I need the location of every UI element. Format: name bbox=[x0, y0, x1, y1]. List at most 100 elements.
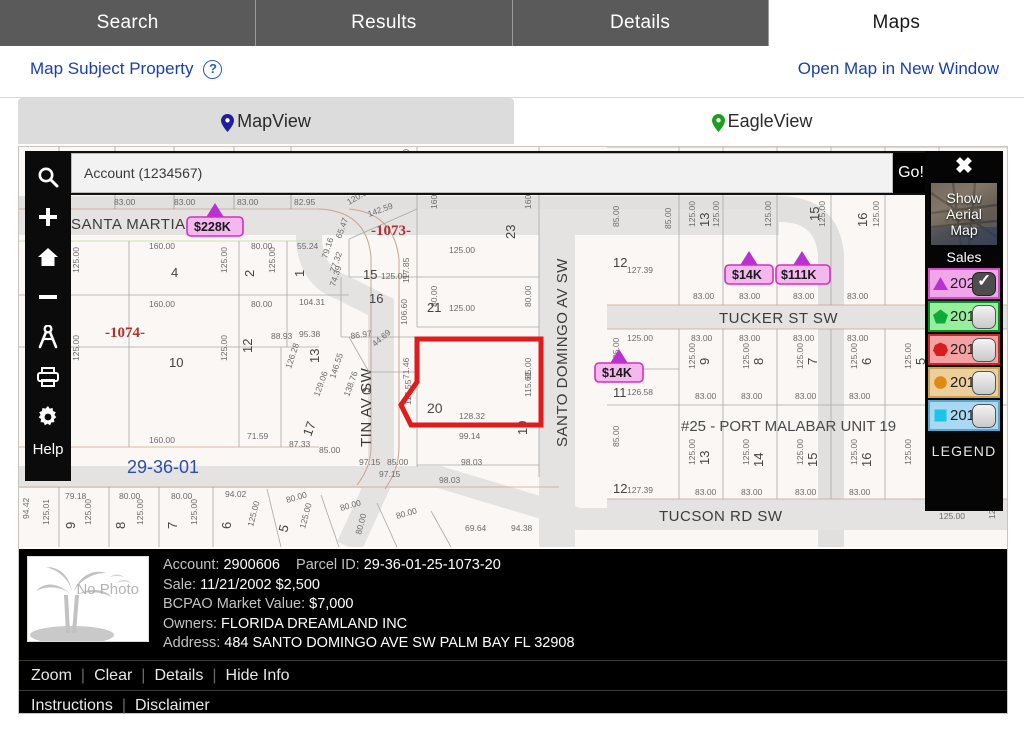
svg-text:10: 10 bbox=[169, 355, 183, 370]
zoom-out-icon[interactable] bbox=[28, 277, 68, 317]
owners-value: FLORIDA DREAMLAND INC bbox=[221, 615, 408, 632]
legend-checkbox-2020[interactable] bbox=[972, 271, 996, 296]
help-button[interactable]: Help bbox=[33, 437, 64, 458]
svg-text:12: 12 bbox=[613, 255, 627, 270]
legend-row-2019[interactable]: 2019 bbox=[928, 301, 1000, 332]
search-input[interactable]: Account (1234567) bbox=[71, 153, 893, 193]
info-actions-row: Zoom | Clear | Details | Hide Info bbox=[19, 659, 1007, 690]
street-label-tin-av: TIN AV SW bbox=[358, 367, 375, 447]
svg-text:83.00: 83.00 bbox=[739, 291, 761, 301]
svg-text:15: 15 bbox=[805, 453, 820, 467]
block-label-1073: -1073- bbox=[371, 223, 411, 239]
info-footer-row: Instructions | Disclaimer bbox=[19, 689, 1007, 720]
svg-text:125.00: 125.00 bbox=[763, 201, 773, 227]
legend-row-2017[interactable]: 2017 bbox=[928, 367, 1000, 398]
tab-details[interactable]: Details bbox=[512, 0, 769, 46]
svg-text:83.00: 83.00 bbox=[237, 197, 259, 207]
market-value-value: $7,000 bbox=[309, 596, 354, 612]
home-icon[interactable] bbox=[28, 237, 68, 277]
legend-checkbox-2016[interactable] bbox=[972, 403, 996, 428]
instructions-link[interactable]: Instructions bbox=[31, 697, 113, 715]
open-map-new-window-link[interactable]: Open Map in New Window bbox=[798, 59, 999, 78]
tab-mapview-label: MapView bbox=[237, 110, 311, 131]
svg-text:83.00: 83.00 bbox=[695, 487, 717, 497]
gear-icon[interactable] bbox=[28, 397, 68, 437]
svg-text:125.00: 125.00 bbox=[687, 201, 697, 227]
svg-text:$111K: $111K bbox=[781, 268, 816, 282]
go-button[interactable]: Go! bbox=[893, 153, 929, 193]
map-pin-icon bbox=[221, 114, 235, 132]
close-icon[interactable]: ✖ bbox=[955, 151, 973, 183]
svg-text:85.00: 85.00 bbox=[387, 457, 409, 467]
property-photo-placeholder: No Photo bbox=[27, 556, 149, 642]
svg-text:69.64: 69.64 bbox=[465, 523, 487, 533]
street-label-tucson: TUCSON RD SW bbox=[659, 508, 783, 525]
map-subject-property-link[interactable]: Map Subject Property bbox=[30, 59, 193, 79]
measure-icon[interactable] bbox=[28, 317, 68, 357]
account-value: 2900606 bbox=[223, 557, 280, 573]
tab-search[interactable]: Search bbox=[0, 0, 257, 46]
show-aerial-map-button[interactable]: Show Aerial Map bbox=[931, 183, 997, 245]
svg-text:83.00: 83.00 bbox=[847, 333, 869, 343]
svg-text:160.00: 160.00 bbox=[149, 241, 175, 251]
square-icon bbox=[932, 407, 949, 424]
svg-text:125.00: 125.00 bbox=[71, 335, 81, 361]
info-line-owners: Owners: FLORIDA DREAMLAND INC bbox=[163, 615, 575, 635]
svg-text:125.00: 125.00 bbox=[849, 439, 859, 465]
zoom-action-link[interactable]: Zoom bbox=[31, 667, 72, 685]
svg-text:85.00: 85.00 bbox=[319, 445, 341, 455]
hide-info-action-link[interactable]: Hide Info bbox=[226, 667, 290, 685]
svg-text:125.00: 125.00 bbox=[219, 335, 229, 361]
tab-maps[interactable]: Maps bbox=[768, 0, 1024, 46]
svg-text:117.85: 117.85 bbox=[401, 257, 411, 283]
print-icon[interactable] bbox=[28, 357, 68, 397]
svg-text:12: 12 bbox=[613, 481, 627, 496]
svg-text:160.00: 160.00 bbox=[149, 299, 175, 309]
svg-text:125.00: 125.00 bbox=[449, 245, 475, 255]
svg-text:94.38: 94.38 bbox=[511, 523, 533, 533]
help-icon[interactable]: ? bbox=[203, 59, 223, 79]
svg-text:82.95: 82.95 bbox=[294, 197, 316, 207]
legend-row-2016[interactable]: 2016 bbox=[928, 400, 1000, 431]
details-action-link[interactable]: Details bbox=[154, 667, 203, 685]
street-label-tucker: TUCKER ST SW bbox=[719, 310, 838, 327]
tab-results[interactable]: Results bbox=[256, 0, 513, 46]
svg-text:160.00: 160.00 bbox=[149, 435, 175, 445]
svg-text:83.00: 83.00 bbox=[693, 291, 715, 301]
legend-row-2018[interactable]: 2018 bbox=[928, 334, 1000, 365]
svg-text:55.24: 55.24 bbox=[297, 241, 319, 251]
svg-text:94.42: 94.42 bbox=[21, 497, 31, 519]
svg-text:125.00: 125.00 bbox=[903, 343, 913, 369]
svg-text:85.00: 85.00 bbox=[611, 205, 621, 227]
aerial-label-3: Map bbox=[950, 222, 978, 238]
svg-text:104.31: 104.31 bbox=[299, 297, 325, 307]
svg-text:83.00: 83.00 bbox=[739, 333, 761, 343]
tab-eagleview[interactable]: EagleView bbox=[514, 98, 1010, 144]
legend-checkbox-2017[interactable] bbox=[972, 370, 996, 395]
zoom-in-icon[interactable] bbox=[28, 197, 68, 237]
info-line-sale: Sale: 11/21/2002 $2,500 bbox=[163, 576, 575, 596]
palm-tree-illustration bbox=[28, 557, 148, 641]
legend-checkbox-2018[interactable] bbox=[972, 337, 996, 362]
svg-text:83.00: 83.00 bbox=[691, 333, 713, 343]
disclaimer-link[interactable]: Disclaimer bbox=[135, 697, 210, 715]
tab-mapview[interactable]: MapView bbox=[18, 98, 514, 144]
svg-text:7: 7 bbox=[805, 358, 820, 365]
legend-checkbox-2019[interactable] bbox=[972, 304, 996, 329]
svg-text:87.33: 87.33 bbox=[289, 439, 311, 449]
sales-heading: Sales bbox=[946, 249, 982, 265]
svg-text:80.00: 80.00 bbox=[251, 299, 273, 309]
clear-action-link[interactable]: Clear bbox=[94, 667, 132, 685]
tab-eagleview-label: EagleView bbox=[727, 110, 813, 131]
svg-text:85.00: 85.00 bbox=[611, 425, 621, 447]
svg-text:6: 6 bbox=[859, 358, 874, 365]
info-line-address: Address: 484 SANTO DOMINGO AVE SW PALM B… bbox=[163, 634, 575, 654]
map-container: 9 10 11 12 13 83.00 83.00 83.00 82.95 12… bbox=[18, 146, 1008, 714]
sale-label: Sale: bbox=[163, 576, 197, 593]
legend-panel: ✖ Show Aerial Map Sales 2020 ✓ 2019 2018… bbox=[925, 151, 1003, 511]
map-canvas[interactable]: 9 10 11 12 13 83.00 83.00 83.00 82.95 12… bbox=[19, 147, 1007, 547]
svg-text:11: 11 bbox=[613, 385, 627, 400]
svg-text:83.00: 83.00 bbox=[849, 391, 871, 401]
legend-row-2020[interactable]: 2020 bbox=[928, 268, 1000, 299]
search-icon[interactable] bbox=[28, 157, 68, 197]
